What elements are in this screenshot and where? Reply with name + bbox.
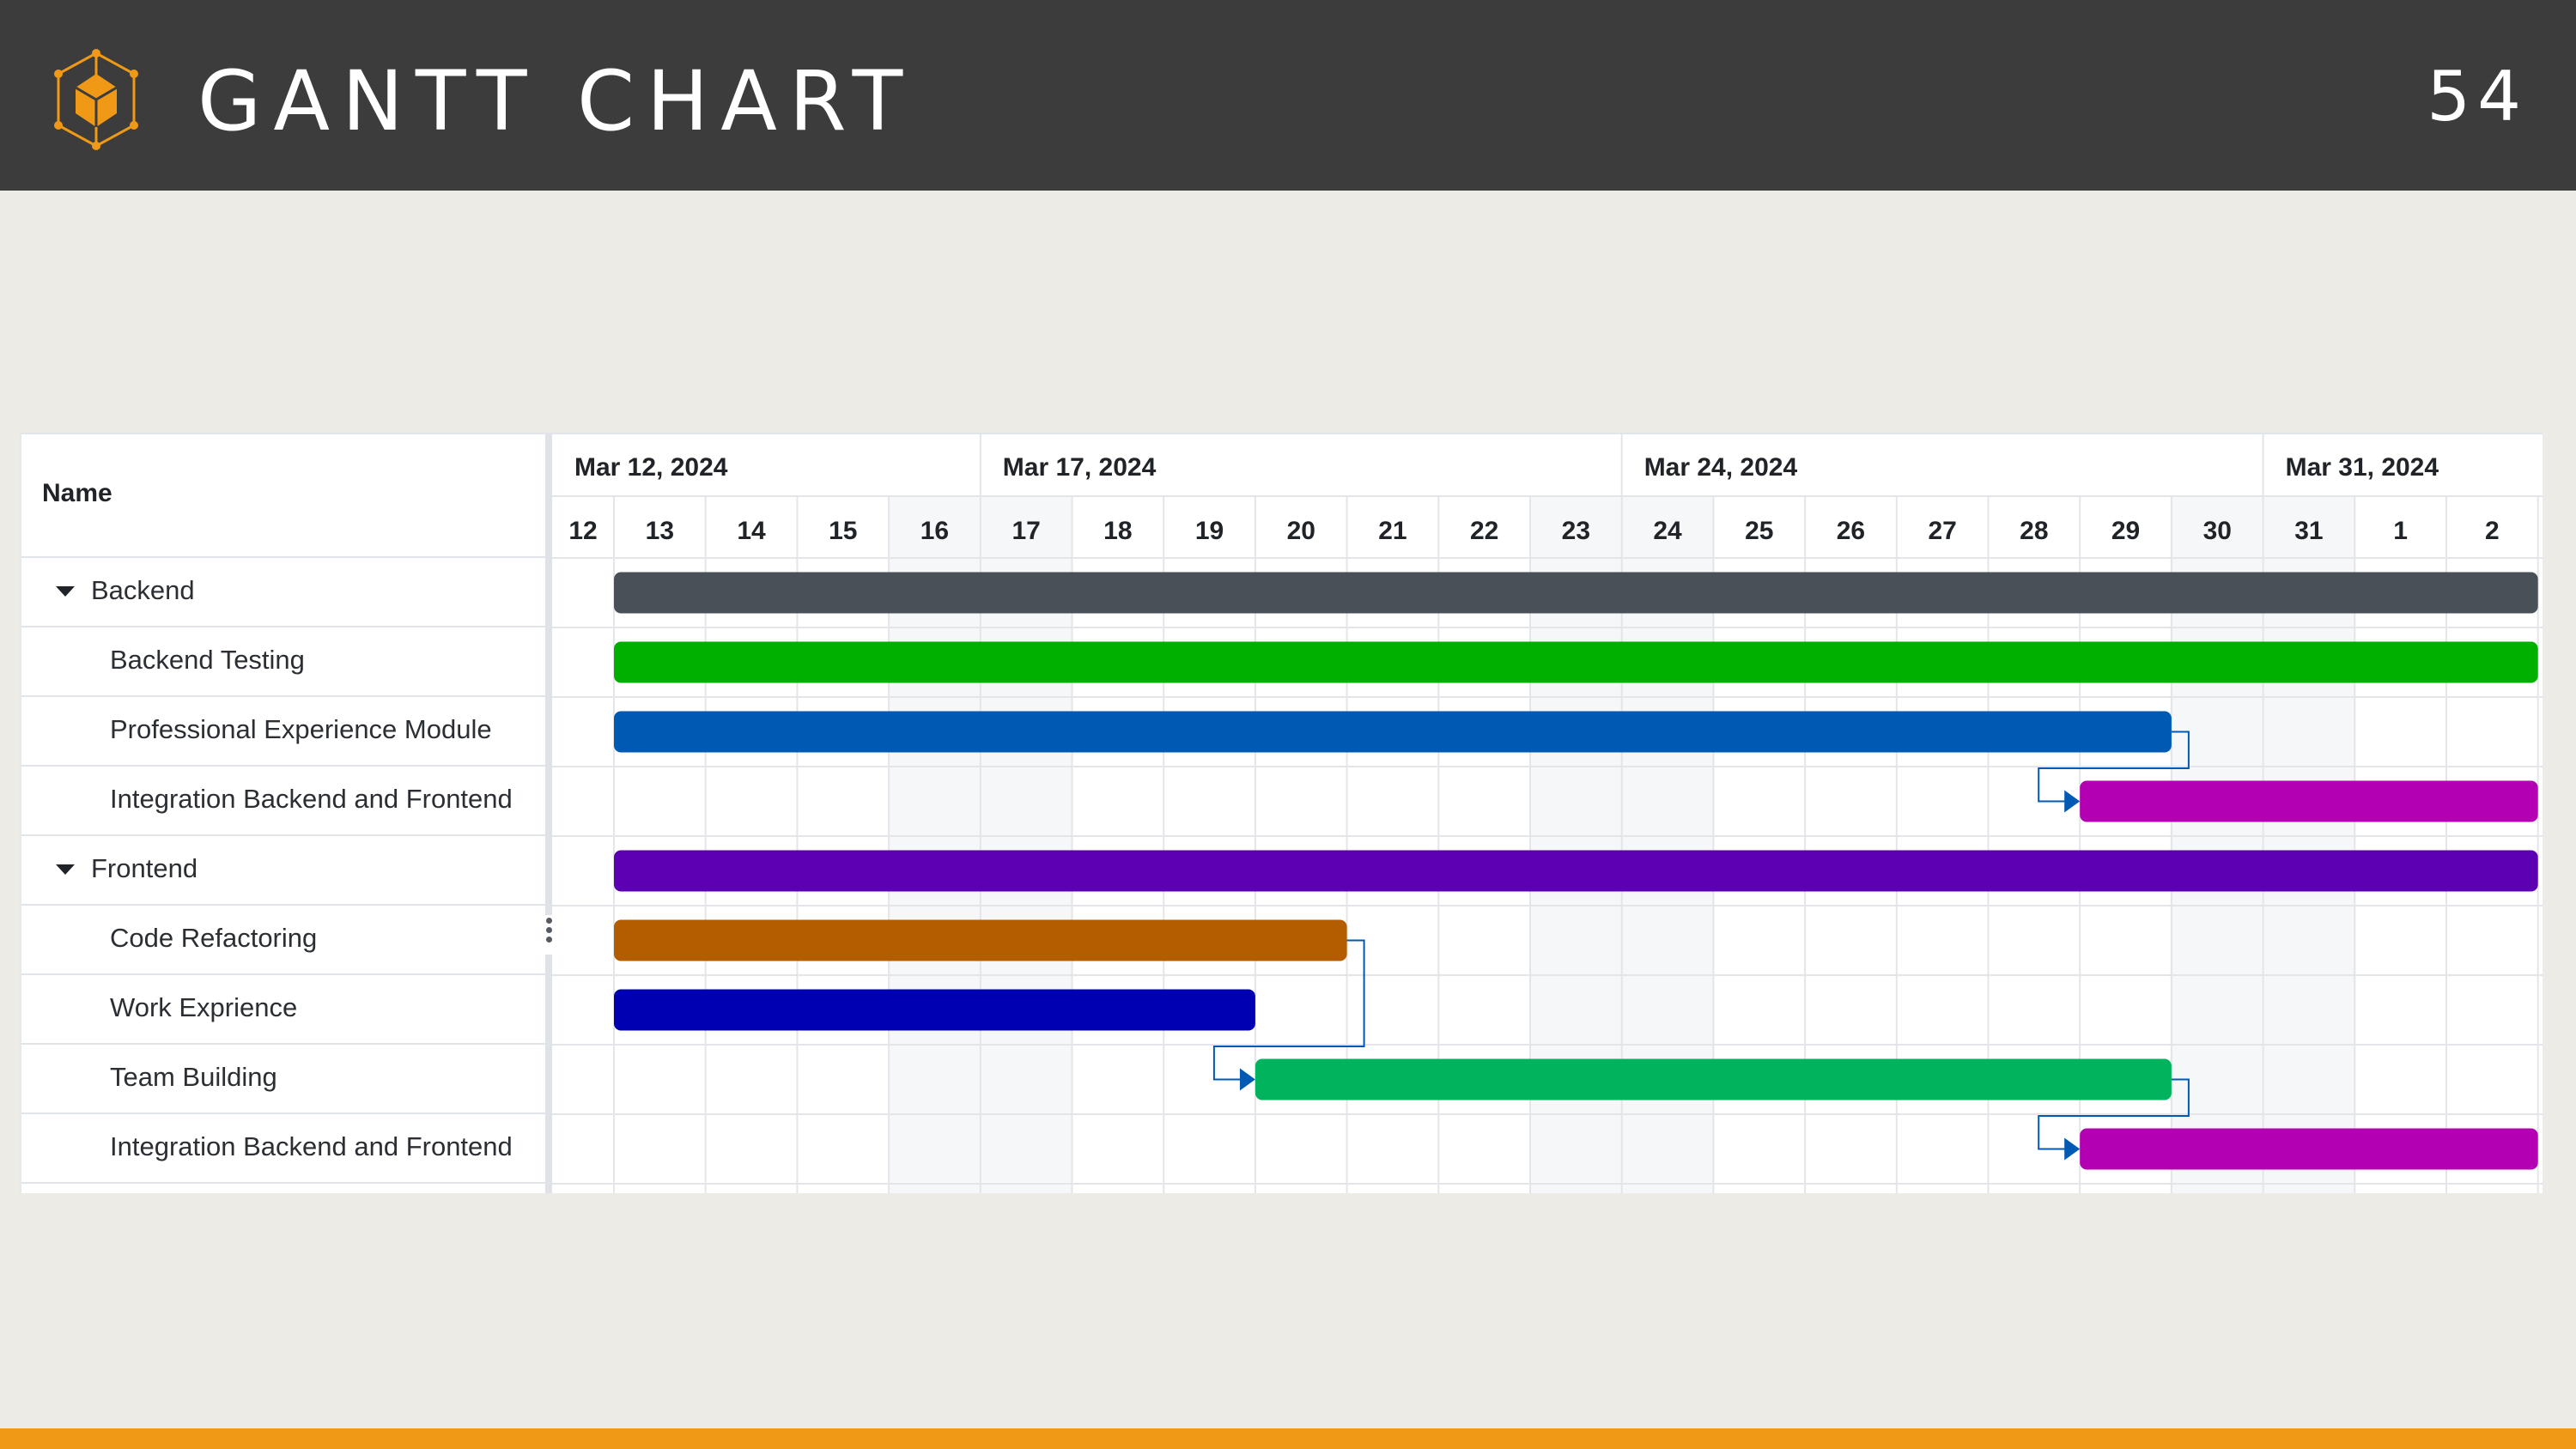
day-label: 2 <box>2485 517 2500 545</box>
task-row[interactable]: Backend Testing <box>21 627 547 697</box>
row-label: Work Exprience <box>110 992 298 1022</box>
panel-splitter[interactable] <box>545 434 552 1193</box>
day-label: 27 <box>1928 517 1956 545</box>
day-label: 18 <box>1103 517 1132 545</box>
gantt-chart: Name Backend Backend Testing Professional … <box>20 433 2543 1193</box>
cube-network-icon <box>54 49 138 150</box>
accent-band <box>0 1428 2576 1449</box>
day-label: 15 <box>829 517 857 545</box>
task-bar[interactable] <box>614 641 2538 683</box>
task-row[interactable]: Work Exprience <box>21 975 547 1045</box>
day-label: 12 <box>568 517 597 545</box>
task-bar[interactable] <box>1255 1058 2172 1100</box>
day-label: 21 <box>1378 517 1406 545</box>
task-bar[interactable] <box>614 989 1255 1031</box>
week-label: Mar 12, 2024 <box>574 453 728 482</box>
row-label: Frontend <box>91 853 198 883</box>
dependency-arrow-icon <box>2064 790 2081 813</box>
group-row[interactable]: Frontend <box>21 836 547 906</box>
slide-title: GANTT CHART <box>197 53 915 149</box>
page-number: 54 <box>2427 57 2528 136</box>
week-label: Mar 24, 2024 <box>1644 453 1798 482</box>
day-label: 29 <box>2111 517 2140 545</box>
row-label: Code Refactoring <box>110 923 318 953</box>
day-label: 13 <box>646 517 674 545</box>
timeline-panel: Mar 12, 2024 Mar 17, 2024 Mar 24, 2024 Mar … <box>552 434 2543 1193</box>
day-label: 24 <box>1653 517 1682 545</box>
slide-header: GANTT CHART 54 <box>0 0 2576 191</box>
collapse-caret-icon[interactable] <box>56 864 75 875</box>
grid-header[interactable]: Name <box>21 434 547 558</box>
task-row[interactable]: Integration Backend and Frontend <box>21 767 547 836</box>
day-label: 19 <box>1195 517 1224 545</box>
day-label: 26 <box>1837 517 1865 545</box>
task-row[interactable]: Integration Backend and Frontend <box>21 1114 547 1184</box>
task-row[interactable]: Team Building <box>21 1045 547 1114</box>
splitter-handle-icon[interactable] <box>545 918 552 949</box>
row-label: Integration Backend and Frontend <box>110 784 513 814</box>
row-label: Integration Backend and Frontend <box>110 1131 513 1161</box>
day-label: 28 <box>2020 517 2048 545</box>
timeline-svg: Mar 12, 2024 Mar 17, 2024 Mar 24, 2024 Mar … <box>552 434 2543 1193</box>
task-bar[interactable] <box>614 919 1347 961</box>
row-label: Backend <box>91 575 195 605</box>
task-row[interactable]: Code Refactoring <box>21 906 547 975</box>
day-label: 20 <box>1287 517 1315 545</box>
day-label: 23 <box>1562 517 1590 545</box>
task-grid: Name Backend Backend Testing Professional … <box>20 434 547 1193</box>
day-label: 30 <box>2203 517 2232 545</box>
task-bar[interactable] <box>614 711 2172 753</box>
day-label: 17 <box>1012 517 1040 545</box>
summary-bar[interactable] <box>614 850 2538 892</box>
day-label: 16 <box>920 517 949 545</box>
row-label: Professional Experience Module <box>110 714 492 744</box>
task-bar[interactable] <box>2080 1128 2538 1170</box>
dependency-arrow-icon <box>1239 1068 1255 1091</box>
row-label: Backend Testing <box>110 645 305 675</box>
task-row[interactable]: Professional Experience Module <box>21 697 547 767</box>
collapse-caret-icon[interactable] <box>56 586 75 597</box>
group-row[interactable]: Backend <box>21 558 547 627</box>
dependency-arrow-icon <box>2064 1137 2081 1161</box>
day-label: 1 <box>2393 517 2408 545</box>
row-label: Team Building <box>110 1062 277 1092</box>
day-label: 25 <box>1745 517 1773 545</box>
task-bar[interactable] <box>2080 780 2538 822</box>
column-header-name: Name <box>42 479 112 507</box>
week-label: Mar 17, 2024 <box>1003 453 1157 482</box>
week-label: Mar 31, 2024 <box>2286 453 2439 482</box>
day-label: 14 <box>737 517 766 545</box>
day-label: 31 <box>2294 517 2323 545</box>
summary-bar[interactable] <box>614 572 2538 614</box>
day-label: 22 <box>1470 517 1498 545</box>
